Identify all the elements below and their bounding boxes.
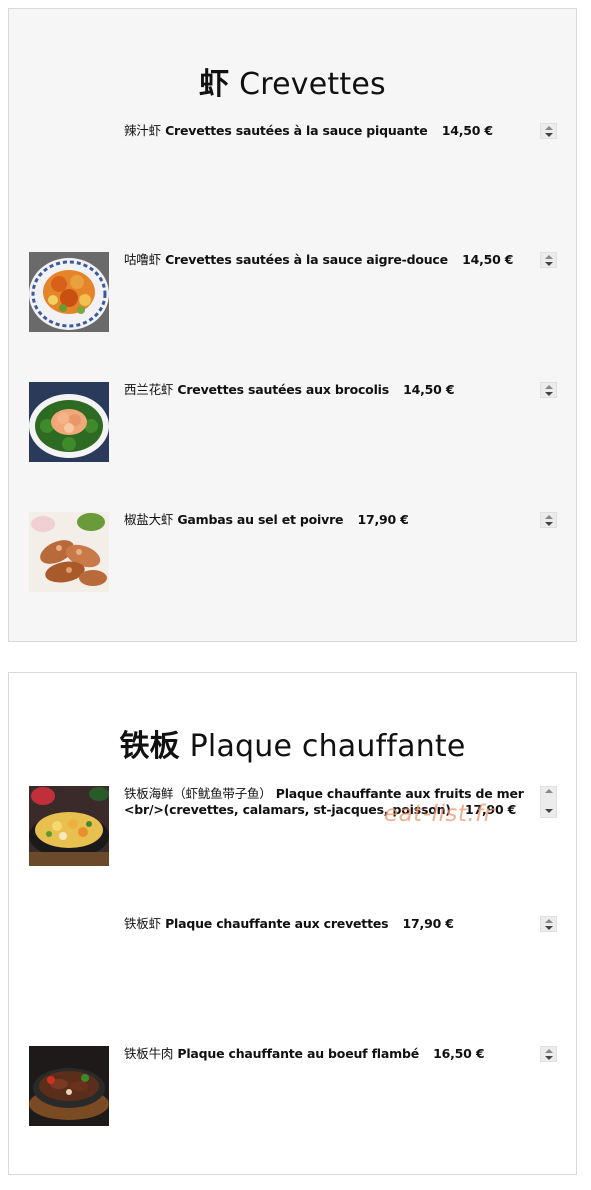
menu-item-label: 咕噜虾 Crevettes sautées à la sauce aigre-d… xyxy=(124,252,534,268)
item-name-fr: Crevettes sautées aux brocolis xyxy=(177,382,389,397)
item-name-cn: 铁板海鲜（虾鱿鱼带子鱼） xyxy=(124,786,272,801)
item-name-cn: 铁板虾 xyxy=(124,916,161,931)
item-name-cn: 西兰花虾 xyxy=(124,382,174,397)
section-title-fr: Crevettes xyxy=(239,67,386,102)
stepper-up-icon[interactable] xyxy=(545,255,553,259)
item-name-fr: Plaque chauffante aux crevettes xyxy=(165,916,389,931)
menu-item: 铁板牛肉 Plaque chauffante au boeuf flambé 1… xyxy=(9,1046,576,1146)
item-name-fr: Crevettes sautées à la sauce aigre-douce xyxy=(165,252,448,267)
quantity-stepper[interactable] xyxy=(540,382,557,398)
stepper-up-icon[interactable] xyxy=(545,919,553,923)
quantity-stepper[interactable] xyxy=(540,1046,557,1062)
stepper-down-icon[interactable] xyxy=(545,809,553,813)
item-name-cn: 椒盐大虾 xyxy=(124,512,174,527)
menu-item: 辣汁虾 Crevettes sautées à la sauce piquant… xyxy=(9,123,576,223)
stepper-down-icon[interactable] xyxy=(545,262,553,266)
stepper-down-icon[interactable] xyxy=(545,926,553,930)
watermark: eat-list.fr xyxy=(384,801,494,827)
menu-item: 椒盐大虾 Gambas au sel et poivre 17,90 € xyxy=(9,512,576,612)
section-title: 铁板 Plaque chauffante xyxy=(9,721,576,765)
stepper-down-icon[interactable] xyxy=(545,1056,553,1060)
item-price: 17,90 € xyxy=(357,512,409,527)
stepper-down-icon[interactable] xyxy=(545,133,553,137)
menu-item: 铁板虾 Plaque chauffante aux crevettes 17,9… xyxy=(9,916,576,1016)
quantity-stepper[interactable] xyxy=(540,252,557,268)
menu-item-label: 椒盐大虾 Gambas au sel et poivre 17,90 € xyxy=(124,512,534,528)
item-price: 14,50 € xyxy=(403,382,455,397)
section-title-cn: 虾 xyxy=(199,67,230,102)
item-name-fr: Plaque chauffante au boeuf flambé xyxy=(177,1046,419,1061)
stepper-down-icon[interactable] xyxy=(545,392,553,396)
stepper-up-icon[interactable] xyxy=(545,515,553,519)
quantity-stepper[interactable] xyxy=(540,916,557,932)
menu-item-label: 辣汁虾 Crevettes sautées à la sauce piquant… xyxy=(124,123,534,139)
section-title-cn: 铁板 xyxy=(119,729,180,764)
menu-section-crevettes: 虾 Crevettes 辣汁虾 Crevettes sautées à la s… xyxy=(8,8,577,642)
stepper-up-icon[interactable] xyxy=(545,385,553,389)
menu-item-label: 铁板虾 Plaque chauffante aux crevettes 17,9… xyxy=(124,916,534,932)
dish-photo xyxy=(29,512,109,592)
dish-photo xyxy=(29,1046,109,1126)
dish-photo xyxy=(29,382,109,462)
menu-item-label: 西兰花虾 Crevettes sautées aux brocolis 14,5… xyxy=(124,382,534,398)
item-name-cn: 咕噜虾 xyxy=(124,252,161,267)
menu-item: 西兰花虾 Crevettes sautées aux brocolis 14,5… xyxy=(9,382,576,482)
dish-photo xyxy=(29,252,109,332)
section-title-fr: Plaque chauffante xyxy=(189,729,466,764)
section-title: 虾 Crevettes xyxy=(9,59,576,103)
item-name-cn: 辣汁虾 xyxy=(124,123,161,138)
item-name-fr: Gambas au sel et poivre xyxy=(177,512,344,527)
item-name-cn: 铁板牛肉 xyxy=(124,1046,174,1061)
quantity-stepper[interactable] xyxy=(540,123,557,139)
stepper-up-icon[interactable] xyxy=(545,789,553,793)
dish-photo xyxy=(29,786,109,866)
quantity-stepper[interactable] xyxy=(540,512,557,528)
stepper-down-icon[interactable] xyxy=(545,522,553,526)
menu-item-label: 铁板牛肉 Plaque chauffante au boeuf flambé 1… xyxy=(124,1046,534,1062)
stepper-up-icon[interactable] xyxy=(545,126,553,130)
menu-section-plaque-chauffante: 铁板 Plaque chauffante 铁板海鲜（虾鱿鱼带子鱼） Plaque… xyxy=(8,672,577,1175)
item-price: 16,50 € xyxy=(433,1046,485,1061)
quantity-stepper[interactable] xyxy=(540,786,557,818)
item-price: 14,50 € xyxy=(462,252,514,267)
item-price: 17,90 € xyxy=(402,916,454,931)
menu-item: 咕噜虾 Crevettes sautées à la sauce aigre-d… xyxy=(9,252,576,352)
item-price: 14,50 € xyxy=(441,123,493,138)
stepper-up-icon[interactable] xyxy=(545,1049,553,1053)
item-name-fr: Crevettes sautées à la sauce piquante xyxy=(165,123,428,138)
